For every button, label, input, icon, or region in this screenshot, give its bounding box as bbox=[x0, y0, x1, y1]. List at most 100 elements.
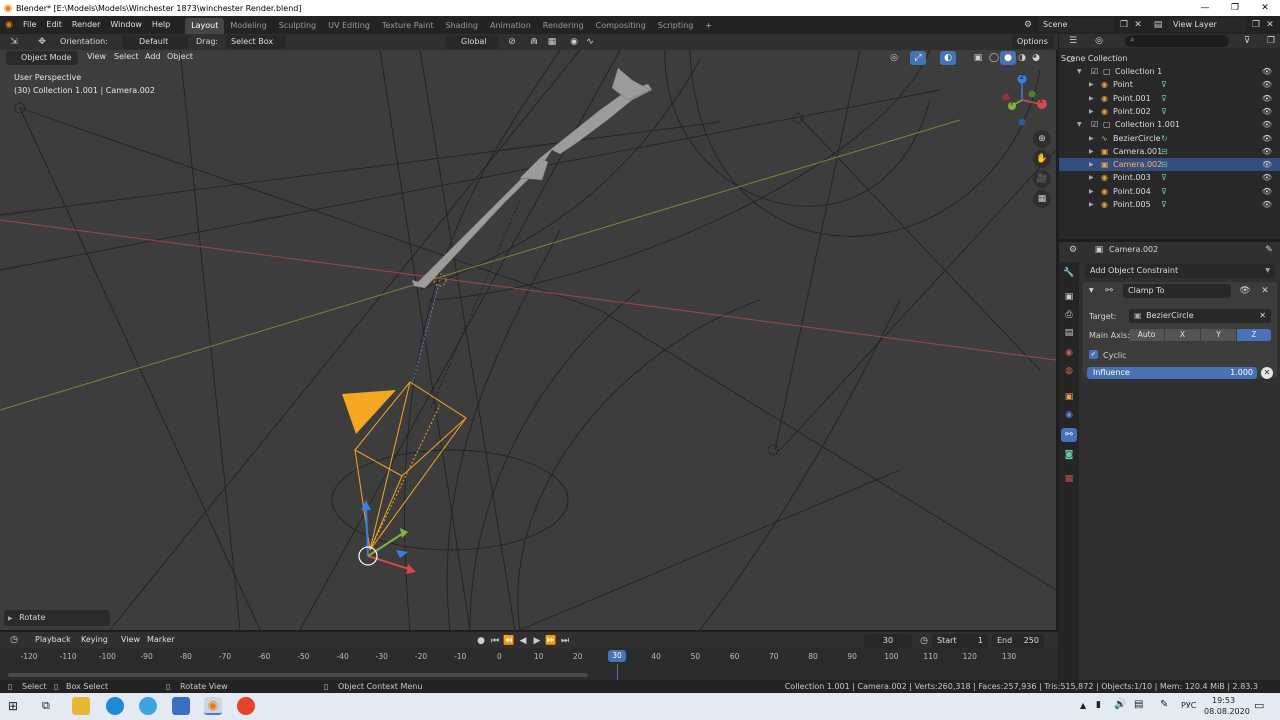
proportional-edit-icon[interactable]: ◉ bbox=[566, 35, 582, 49]
visibility-eye-icon[interactable]: 👁 bbox=[1262, 105, 1272, 118]
viewport-menu-select[interactable]: Select bbox=[109, 49, 144, 65]
tool-select-icon[interactable]: ⇲ bbox=[6, 35, 22, 49]
close-button[interactable]: ✕ bbox=[1250, 0, 1280, 16]
tab-scripting[interactable]: Scripting bbox=[652, 18, 700, 34]
store-app-icon[interactable] bbox=[172, 697, 190, 715]
timeline-menu-playback[interactable]: Playback bbox=[30, 631, 76, 649]
current-frame-indicator[interactable]: 30 bbox=[608, 650, 626, 662]
exclude-checkbox-icon[interactable]: ☑ bbox=[1091, 65, 1098, 78]
outliner-editor-type-icon[interactable]: ☰ bbox=[1065, 34, 1081, 48]
3d-viewport[interactable]: User Perspective (30) Collection 1.001 |… bbox=[0, 50, 1056, 630]
add-workspace-icon[interactable]: + bbox=[699, 18, 718, 34]
menu-window[interactable]: Window bbox=[105, 16, 147, 34]
volume-icon[interactable]: 🔊 bbox=[1114, 699, 1126, 710]
falloff-icon[interactable]: ∿ bbox=[582, 35, 598, 49]
timeline-scrollbar[interactable] bbox=[8, 673, 588, 677]
clock-time[interactable]: 19:53 bbox=[1212, 696, 1235, 705]
menu-edit[interactable]: Edit bbox=[41, 16, 67, 34]
constraint-collapse-icon[interactable]: ▼ bbox=[1089, 287, 1094, 294]
chevron-right-icon[interactable]: ▶ bbox=[1089, 158, 1094, 171]
chevron-right-icon[interactable]: ▶ bbox=[1089, 105, 1094, 118]
influence-slider[interactable]: Influence 1.000 bbox=[1087, 367, 1257, 379]
edge-browser-icon[interactable] bbox=[106, 697, 124, 715]
zoom-icon[interactable]: ⊕ bbox=[1033, 130, 1051, 148]
outliner-row[interactable]: ▶ ◉ Point ⊽ 👁 bbox=[1059, 78, 1280, 91]
tab-rendering[interactable]: Rendering bbox=[537, 18, 590, 34]
target-field[interactable]: ▣ BezierCircle ✕ bbox=[1129, 309, 1271, 323]
add-object-constraint-dropdown[interactable]: Add Object Constraint ▼ bbox=[1085, 264, 1275, 278]
properties-editor[interactable]: ⚙ ▣ Camera.002 ✎ 🔧 ▣ ⎙ ▤ ◉ ◍ ▣ ◉ ⚯ ◙ ▩ A… bbox=[1059, 242, 1280, 680]
disable-keep-transform-icon[interactable]: ✕ bbox=[1261, 367, 1273, 379]
view-layer-icon[interactable]: ▤ bbox=[1150, 18, 1166, 32]
visibility-eye-icon[interactable]: 👁 bbox=[1262, 185, 1272, 198]
constraint-visibility-icon[interactable]: 👁 bbox=[1237, 284, 1253, 298]
drag-dropdown[interactable]: Select Box bbox=[226, 35, 286, 49]
tab-layout[interactable]: Layout bbox=[185, 17, 225, 34]
next-key-icon[interactable]: ⏩ bbox=[544, 634, 558, 648]
play-icon[interactable]: ▶ bbox=[530, 634, 544, 648]
tab-animation[interactable]: Animation bbox=[484, 18, 537, 34]
axis-z-button[interactable]: Z bbox=[1237, 329, 1271, 341]
pin-icon[interactable]: ✎ bbox=[1261, 243, 1277, 257]
jump-start-icon[interactable]: ⏮ bbox=[488, 634, 502, 648]
outliner-row[interactable]: ▼ ☑ ▢ Collection 1 👁 bbox=[1059, 65, 1280, 78]
properties-editor-type-icon[interactable]: ⚙ bbox=[1065, 243, 1081, 257]
chevron-right-icon[interactable]: ▶ bbox=[1089, 185, 1094, 198]
record-icon[interactable]: ● bbox=[474, 634, 488, 648]
physics-tab-icon[interactable]: ◉ bbox=[1061, 408, 1077, 422]
play-reverse-icon[interactable]: ◀ bbox=[516, 634, 530, 648]
chevron-right-icon[interactable]: ▶ bbox=[1089, 145, 1094, 158]
outliner-row[interactable]: ▶ ◉ Point.001 ⊽ 👁 bbox=[1059, 92, 1280, 105]
texture-tab-icon[interactable]: ▩ bbox=[1061, 472, 1077, 486]
chevron-down-icon[interactable]: ▼ bbox=[1077, 118, 1082, 131]
maximize-button[interactable]: ❐ bbox=[1220, 0, 1250, 16]
tab-shading[interactable]: Shading bbox=[439, 18, 484, 34]
chevron-right-icon[interactable]: ▶ bbox=[1089, 171, 1094, 184]
timeline-editor[interactable]: ◷ Playback Keying View Marker ● ⏮ ⏪ ◀ ▶ … bbox=[0, 631, 1058, 688]
gizmo-toggle-icon[interactable]: ⤢ bbox=[910, 51, 926, 65]
menu-help[interactable]: Help bbox=[147, 16, 175, 34]
yandex-browser-icon[interactable] bbox=[237, 697, 255, 715]
snap-target-icon[interactable]: ▦ bbox=[544, 35, 560, 49]
tab-sculpting[interactable]: Sculpting bbox=[273, 18, 322, 34]
language-indicator[interactable]: РУС bbox=[1181, 701, 1196, 710]
scene-field[interactable]: Scene bbox=[1038, 18, 1114, 32]
object-data-tab-icon[interactable]: ◙ bbox=[1061, 448, 1077, 462]
exclude-checkbox-icon[interactable]: ☑ bbox=[1091, 118, 1098, 131]
new-collection-icon[interactable]: ❐ bbox=[1263, 34, 1279, 48]
current-frame-field[interactable]: 30 bbox=[864, 634, 912, 648]
outliner-row[interactable]: ▶ ◉ Point.003 ⊽ 👁 bbox=[1059, 171, 1280, 184]
world-tab-icon[interactable]: ◍ bbox=[1061, 364, 1077, 378]
snap-icon[interactable]: ⋒ bbox=[526, 35, 542, 49]
notifications-icon[interactable]: ▭ bbox=[1254, 699, 1264, 712]
scene-tab-icon[interactable]: ◉ bbox=[1061, 346, 1077, 360]
chevron-right-icon[interactable]: ▶ bbox=[1089, 78, 1094, 91]
timeline-menu-view[interactable]: View bbox=[116, 631, 145, 649]
visibility-eye-icon[interactable]: 👁 bbox=[1262, 145, 1272, 158]
telegram-icon[interactable] bbox=[139, 697, 157, 715]
visibility-eye-icon[interactable]: 👁 bbox=[1262, 65, 1272, 78]
transform-pivot-icon[interactable]: ✥ bbox=[34, 35, 50, 49]
menu-render[interactable]: Render bbox=[67, 16, 105, 34]
chevron-right-icon[interactable]: ▶ bbox=[1089, 132, 1094, 145]
outliner-search-input[interactable]: ⌕ bbox=[1125, 35, 1229, 47]
outliner-row[interactable]: ▶ ◉ Point.002 ⊽ 👁 bbox=[1059, 105, 1280, 118]
file-explorer-icon[interactable] bbox=[72, 697, 90, 715]
outliner-editor[interactable]: ☰ ◎ ⌕ ⊽ ❐ ▢ Scene Collection ▼ ☑ ▢ Collecti… bbox=[1059, 34, 1280, 239]
end-frame-field[interactable]: End 250 bbox=[992, 634, 1044, 648]
clear-target-icon[interactable]: ✕ bbox=[1259, 309, 1266, 323]
clock-date[interactable]: 08.08.2020 bbox=[1204, 707, 1250, 716]
chevron-right-icon[interactable]: ▶ bbox=[1089, 92, 1094, 105]
visibility-eye-icon[interactable]: 👁 bbox=[1262, 78, 1272, 91]
pen-icon[interactable]: ✎ bbox=[1160, 699, 1168, 710]
visibility-eye-icon[interactable]: 👁 bbox=[1262, 92, 1272, 105]
blender-menu-icon[interactable]: ◉ bbox=[0, 18, 18, 32]
axis-auto-button[interactable]: Auto bbox=[1129, 329, 1164, 341]
pivot-point-icon[interactable]: ⊘ bbox=[504, 35, 520, 49]
outliner-row[interactable]: ▶ ∿ BezierCircle ↻ 👁 bbox=[1059, 132, 1280, 145]
filter-icon[interactable]: ⊽ bbox=[1239, 34, 1255, 48]
timeline-menu-marker[interactable]: Marker bbox=[142, 631, 180, 649]
delete-scene-icon[interactable]: ✕ bbox=[1130, 18, 1146, 32]
outliner-row[interactable]: ▶ ▣ Camera.001 ⊟ 👁 bbox=[1059, 145, 1280, 158]
cyclic-checkbox[interactable]: ✓ bbox=[1089, 350, 1098, 359]
